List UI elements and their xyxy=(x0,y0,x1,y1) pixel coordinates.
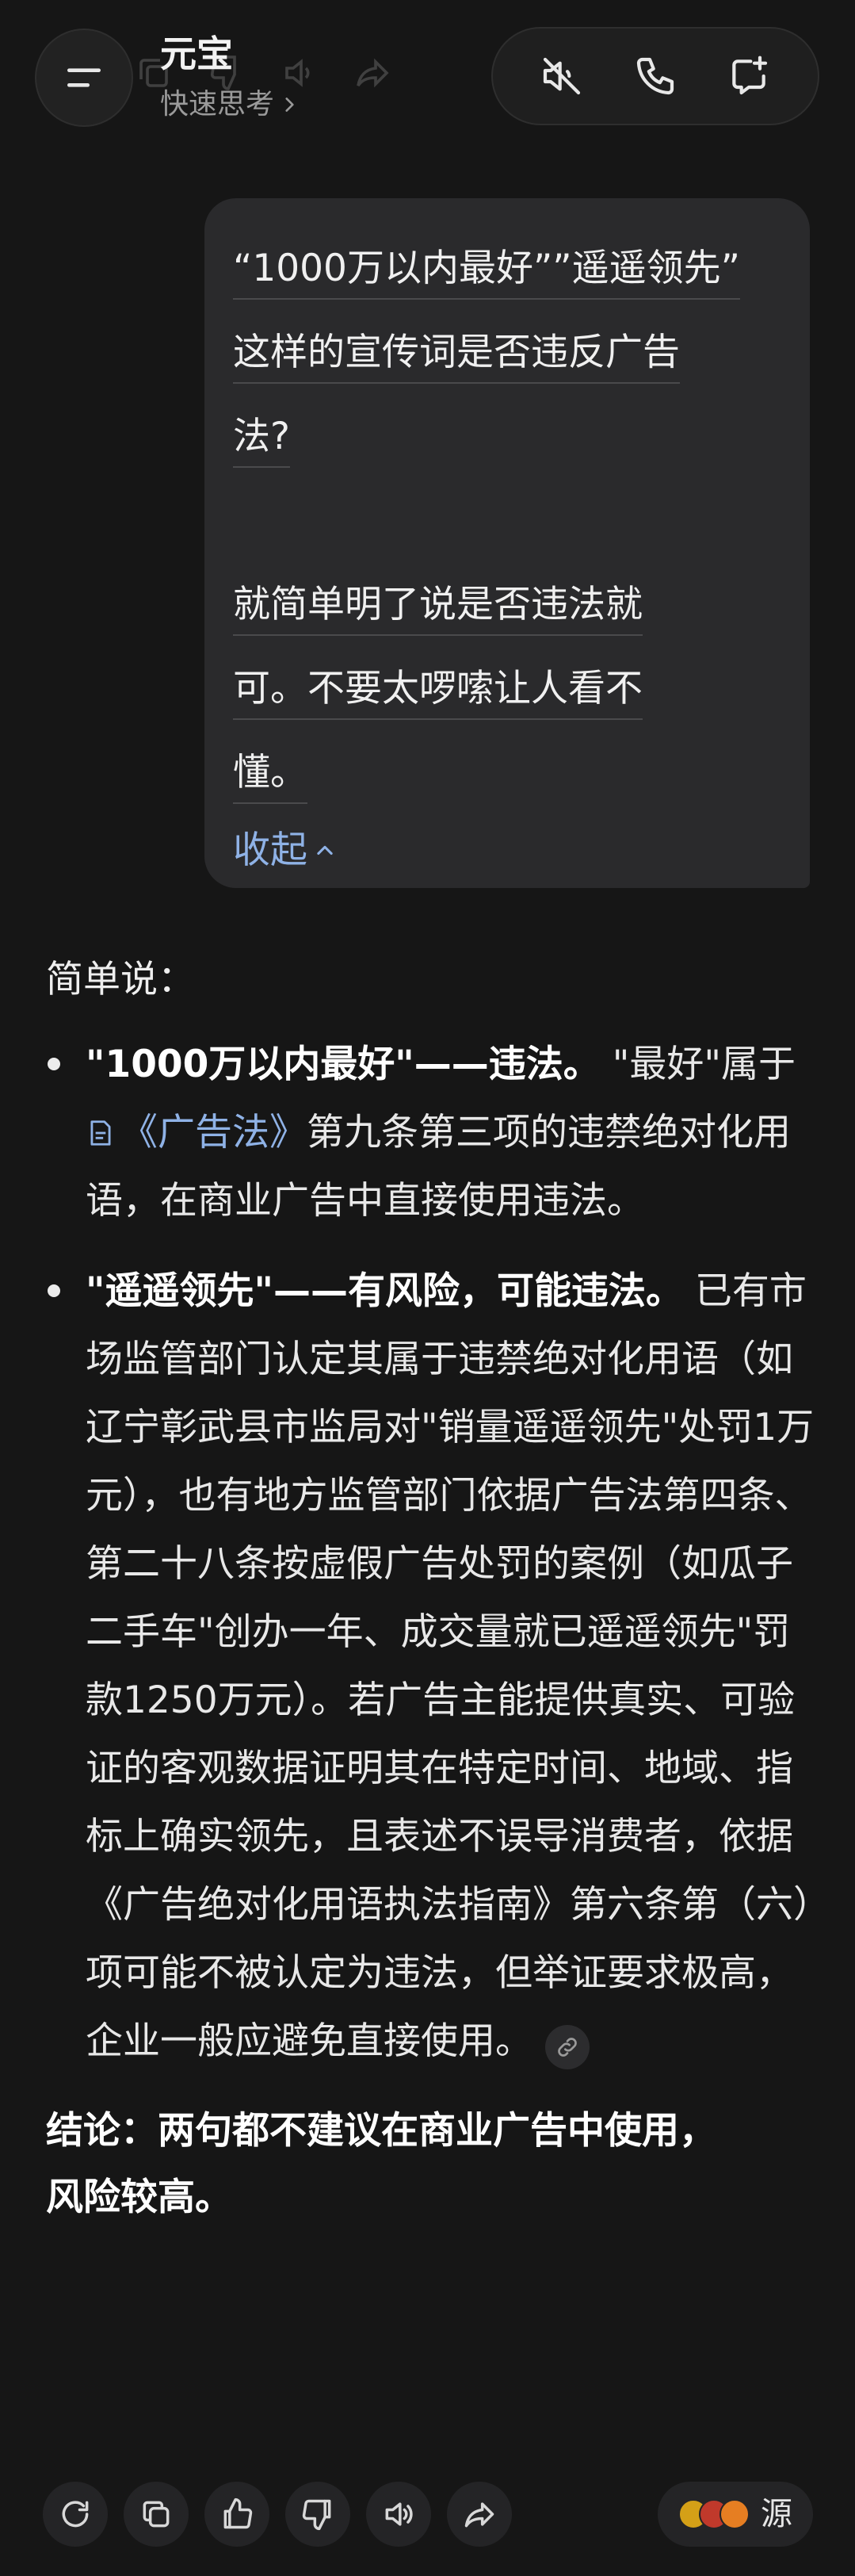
speaker-icon xyxy=(385,2502,413,2526)
link-icon xyxy=(558,2038,577,2057)
copy-icon xyxy=(143,2501,170,2528)
thumbs-up-icon xyxy=(223,2498,253,2529)
source-avatar xyxy=(719,2499,750,2529)
user-message-line: 懂。 xyxy=(233,731,778,815)
menu-icon xyxy=(67,68,101,87)
citation-button[interactable] xyxy=(545,2025,590,2069)
user-message-line: 就简单明了说是否违法就 xyxy=(233,563,778,647)
chevron-right-icon xyxy=(285,98,294,112)
document-link-icon xyxy=(90,1120,111,1146)
user-message-line: 法? xyxy=(233,395,778,479)
regenerate-button[interactable] xyxy=(43,2482,108,2547)
user-message-blank-line xyxy=(233,479,778,563)
answer-conclusion: 结论：两句都不建议在商业广告中使用， 风险较高。 xyxy=(46,2109,716,2219)
share-icon xyxy=(357,58,389,88)
answer-bullet-1: "1000万以内最好"——违法。 "最好"属于《广告法》第九条第三项的违禁绝对化… xyxy=(46,1031,815,1235)
law-link[interactable]: 《广告法》 xyxy=(86,1111,307,1154)
copy-button[interactable] xyxy=(124,2482,189,2547)
bullet-1-text-a: "最好"属于 xyxy=(600,1043,796,1086)
share-icon xyxy=(464,2502,494,2528)
sources-label: 源 xyxy=(761,2496,792,2532)
like-button[interactable] xyxy=(204,2482,269,2547)
collapse-button[interactable]: 收起 xyxy=(233,815,778,886)
header-actions xyxy=(491,27,819,125)
menu-button[interactable] xyxy=(35,29,133,127)
app-title: 元宝 xyxy=(160,33,233,75)
new-chat-icon xyxy=(732,56,768,95)
assistant-answer: 简单说： "1000万以内最好"——违法。 "最好"属于《广告法》第九条第三项的… xyxy=(46,944,815,2231)
bullet-2-heading: "遥遥领先"——有风险，可能违法。 xyxy=(86,1269,683,1313)
user-message-line: “1000万以内最好””遥遥领先” xyxy=(233,227,778,311)
read-aloud-button[interactable] xyxy=(366,2482,431,2547)
collapse-label: 收起 xyxy=(233,829,307,872)
new-chat-button[interactable] xyxy=(717,44,781,108)
user-message-bubble: “1000万以内最好””遥遥领先” 这样的宣传词是否违反广告 法? 就简单明了说… xyxy=(204,198,810,888)
mute-button[interactable] xyxy=(530,44,594,108)
phone-icon xyxy=(636,57,674,95)
thumbs-down-icon xyxy=(302,2499,331,2531)
thinking-mode-label: 快速思考 xyxy=(160,88,275,121)
answer-actions-bar: 源 xyxy=(43,2482,813,2553)
share-button[interactable] xyxy=(447,2482,512,2547)
dislike-button[interactable] xyxy=(285,2482,350,2547)
call-button[interactable] xyxy=(624,44,687,108)
speaker-muted-icon xyxy=(543,57,581,95)
answer-intro: 简单说： xyxy=(46,958,195,1001)
chevron-up-icon xyxy=(317,845,333,855)
refresh-icon xyxy=(62,2501,89,2528)
answer-bullet-2: "遥遥领先"——有风险，可能违法。 已有市场监管部门认定其属于违禁绝对化用语（如… xyxy=(46,1257,815,2076)
bullet-2-text: 已有市场监管部门认定其属于违禁绝对化用语（如辽宁彰武县市监局对"销量遥遥领先"处… xyxy=(86,1269,815,2063)
law-link-label: 《广告法》 xyxy=(120,1111,307,1154)
sources-button[interactable]: 源 xyxy=(658,2482,813,2547)
top-bar: 元宝 快速思考 xyxy=(0,0,855,143)
thinking-mode-selector[interactable]: 快速思考 xyxy=(160,86,300,124)
user-message-line: 可。不要太啰嗦让人看不 xyxy=(233,647,778,731)
source-avatars xyxy=(678,2499,750,2529)
user-message-line: 这样的宣传词是否违反广告 xyxy=(233,311,778,395)
bullet-1-heading: "1000万以内最好"——违法。 xyxy=(86,1043,601,1086)
